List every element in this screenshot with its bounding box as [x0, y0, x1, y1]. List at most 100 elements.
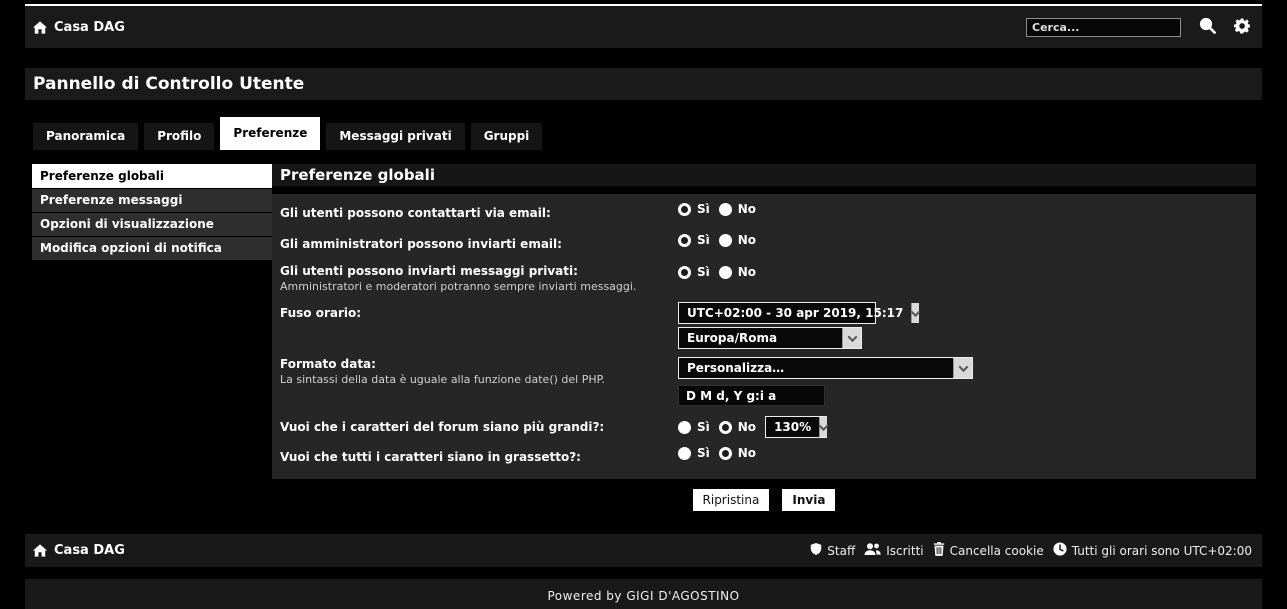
- reset-button[interactable]: Ripristina: [693, 489, 770, 511]
- footer-breadcrumb-label: Casa DAG: [54, 543, 125, 558]
- radio-label: Sì: [697, 202, 710, 216]
- radio-option-no[interactable]: No: [719, 202, 756, 216]
- radio-label: No: [738, 233, 756, 247]
- link-label: Staff: [827, 544, 855, 558]
- row-admin-email: Gli amministratori possono inviarti emai…: [280, 233, 1248, 252]
- chevron-down-icon: [953, 358, 972, 378]
- search-icon: [1199, 17, 1216, 37]
- trash-icon: [933, 542, 945, 559]
- row-timezone: Fuso orario: UTC+02:00 - 30 apr 2019, 15…: [280, 302, 1248, 349]
- sidebar-item-preferenze-globali[interactable]: Preferenze globali: [32, 164, 272, 188]
- field-note: Amministratori e moderatori potranno sem…: [280, 280, 666, 293]
- select-value: 130%: [766, 417, 819, 437]
- row-contact-email: Gli utenti possono contattarti via email…: [280, 202, 1248, 221]
- main-panel: Preferenze globali Gli utenti possono co…: [272, 164, 1256, 479]
- link-label: Iscritti: [886, 544, 923, 558]
- date-format-select[interactable]: Personalizza…: [678, 357, 973, 379]
- radio-icon: [678, 203, 691, 216]
- page-wrapper: Casa DAG Pannello di Controllo Utente: [25, 0, 1262, 609]
- sidebar-item-opzioni-notifica[interactable]: Modifica opzioni di notifica: [32, 237, 272, 260]
- radio-label: Sì: [697, 446, 710, 460]
- tab-bar: Panoramica Profilo Preferenze Messaggi p…: [25, 120, 1262, 150]
- footer-links: Staff Iscritti Cancella: [810, 542, 1252, 559]
- radio-label: No: [738, 446, 756, 460]
- timezone-note: Tutti gli orari sono UTC+02:00: [1053, 542, 1252, 559]
- custom-date-format-input[interactable]: [678, 385, 825, 406]
- radio-icon: [719, 203, 732, 216]
- field-label: Formato data:: [280, 357, 666, 371]
- shield-icon: [810, 542, 822, 559]
- chevron-down-icon: [819, 417, 827, 437]
- radio-option-no[interactable]: No: [719, 420, 756, 434]
- radio-label: Sì: [697, 265, 710, 279]
- radio-label: No: [738, 420, 756, 434]
- radio-label: Sì: [697, 233, 710, 247]
- radio-option-si[interactable]: Sì: [678, 202, 710, 216]
- members-icon: [864, 543, 881, 559]
- radio-option-si[interactable]: Sì: [678, 233, 710, 247]
- staff-link[interactable]: Staff: [810, 542, 855, 559]
- timezone-note-label: Tutti gli orari sono UTC+02:00: [1072, 544, 1252, 558]
- radio-icon: [678, 447, 691, 460]
- radio-label: No: [738, 202, 756, 216]
- submit-button[interactable]: Invia: [782, 489, 835, 511]
- radio-option-si[interactable]: Sì: [678, 265, 710, 279]
- home-icon: [33, 21, 47, 34]
- chevron-down-icon: [842, 328, 861, 348]
- header-bar: Casa DAG: [25, 4, 1262, 48]
- gear-icon: [1234, 18, 1250, 37]
- preferences-form: Gli utenti possono contattarti via email…: [272, 194, 1256, 479]
- select-value: Personalizza…: [679, 358, 953, 378]
- tab-profilo[interactable]: Profilo: [144, 123, 214, 150]
- select-value: UTC+02:00 - 30 apr 2019, 15:17: [679, 303, 911, 323]
- field-label: Gli utenti possono inviarti messaggi pri…: [280, 264, 666, 278]
- radio-option-no[interactable]: No: [719, 446, 756, 460]
- delete-cookies-link[interactable]: Cancella cookie: [933, 542, 1044, 559]
- settings-button[interactable]: [1234, 18, 1250, 37]
- timezone-city-select[interactable]: Europa/Roma: [678, 327, 862, 349]
- radio-option-no[interactable]: No: [719, 265, 756, 279]
- home-icon: [33, 544, 47, 557]
- footer-breadcrumb[interactable]: Casa DAG: [33, 543, 125, 558]
- footer-bar: Casa DAG Staff Iscritti: [25, 534, 1262, 567]
- radio-label: No: [738, 265, 756, 279]
- breadcrumb-label: Casa DAG: [54, 20, 125, 35]
- tab-messaggi-privati[interactable]: Messaggi privati: [326, 123, 464, 150]
- page-title: Pannello di Controllo Utente: [25, 68, 1262, 100]
- search-button[interactable]: [1199, 17, 1216, 37]
- radio-icon: [719, 447, 732, 460]
- select-value: Europa/Roma: [679, 328, 842, 348]
- clock-icon: [1053, 542, 1067, 559]
- powered-by: Powered by GIGI D'AGOSTINO: [25, 579, 1262, 609]
- row-font-size: Vuoi che i caratteri del forum siano più…: [280, 416, 1248, 438]
- sidebar-item-opzioni-visualizzazione[interactable]: Opzioni di visualizzazione: [32, 213, 272, 236]
- sidebar-item-preferenze-messaggi[interactable]: Preferenze messaggi: [32, 189, 272, 212]
- radio-icon: [719, 421, 732, 434]
- radio-icon: [678, 421, 691, 434]
- row-date-format: Formato data: La sintassi della data è u…: [280, 357, 1248, 406]
- content-area: Preferenze globali Preferenze messaggi O…: [25, 164, 1262, 479]
- radio-icon: [719, 266, 732, 279]
- tab-panoramica[interactable]: Panoramica: [33, 123, 138, 150]
- timezone-select[interactable]: UTC+02:00 - 30 apr 2019, 15:17: [678, 302, 876, 324]
- radio-icon: [719, 234, 732, 247]
- field-label: Vuoi che tutti i caratteri siano in gras…: [280, 450, 581, 464]
- field-label: Fuso orario:: [280, 306, 361, 320]
- chevron-down-icon: [911, 303, 919, 323]
- font-size-select[interactable]: 130%: [765, 416, 827, 438]
- form-actions: Ripristina Invia: [272, 489, 1256, 511]
- radio-label: Sì: [697, 420, 710, 434]
- link-label: Cancella cookie: [950, 544, 1044, 558]
- radio-option-si[interactable]: Sì: [678, 446, 710, 460]
- row-bold-fonts: Vuoi che tutti i caratteri siano in gras…: [280, 446, 1248, 465]
- breadcrumb[interactable]: Casa DAG: [33, 20, 125, 35]
- radio-option-si[interactable]: Sì: [678, 420, 710, 434]
- search-input[interactable]: [1026, 18, 1181, 37]
- members-link[interactable]: Iscritti: [864, 543, 923, 559]
- row-private-messages: Gli utenti possono inviarti messaggi pri…: [280, 264, 1248, 293]
- radio-icon: [678, 266, 691, 279]
- radio-icon: [678, 234, 691, 247]
- radio-option-no[interactable]: No: [719, 233, 756, 247]
- tab-gruppi[interactable]: Gruppi: [471, 123, 543, 150]
- tab-preferenze[interactable]: Preferenze: [220, 117, 320, 150]
